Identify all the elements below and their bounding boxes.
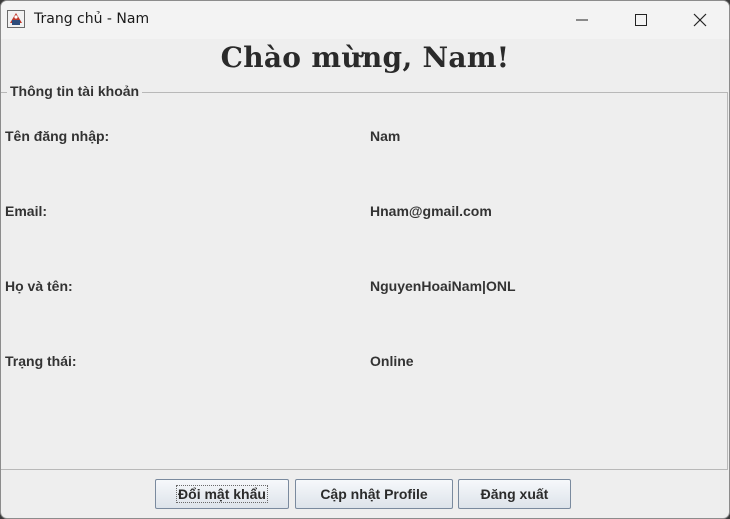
change-password-button[interactable]: Đổi mật khẩu xyxy=(155,479,289,509)
fullname-label: Họ và tên: xyxy=(5,278,73,294)
main-window: Trang chủ - Nam Chào mừng, Nam! Thông ti… xyxy=(0,0,730,519)
account-info-legend: Thông tin tài khoản xyxy=(7,83,143,99)
fullname-value: NguyenHoaiNam|ONL xyxy=(370,278,516,294)
status-label: Trạng thái: xyxy=(5,353,77,369)
minimize-icon xyxy=(576,19,588,21)
minimize-button[interactable] xyxy=(553,1,611,39)
username-label: Tên đăng nhập: xyxy=(5,128,110,144)
update-profile-label: Cập nhật Profile xyxy=(320,486,428,502)
welcome-heading: Chào mừng, Nam! xyxy=(220,41,510,74)
close-button[interactable] xyxy=(671,1,729,39)
title-bar[interactable]: Trang chủ - Nam xyxy=(1,1,729,39)
close-icon xyxy=(693,13,707,27)
change-password-label: Đổi mật khẩu xyxy=(176,485,268,503)
logout-label: Đăng xuất xyxy=(480,486,549,502)
username-value: Nam xyxy=(370,128,401,144)
update-profile-button[interactable]: Cập nhật Profile xyxy=(295,479,453,509)
maximize-button[interactable] xyxy=(612,1,670,39)
email-label: Email: xyxy=(5,203,48,219)
email-value: Hnam@gmail.com xyxy=(370,203,492,219)
java-app-icon[interactable] xyxy=(7,10,25,28)
status-value: Online xyxy=(370,353,414,369)
account-info-panel xyxy=(1,92,728,470)
window-title: Trang chủ - Nam xyxy=(34,11,150,27)
logout-button[interactable]: Đăng xuất xyxy=(458,479,571,509)
maximize-icon xyxy=(635,14,647,26)
